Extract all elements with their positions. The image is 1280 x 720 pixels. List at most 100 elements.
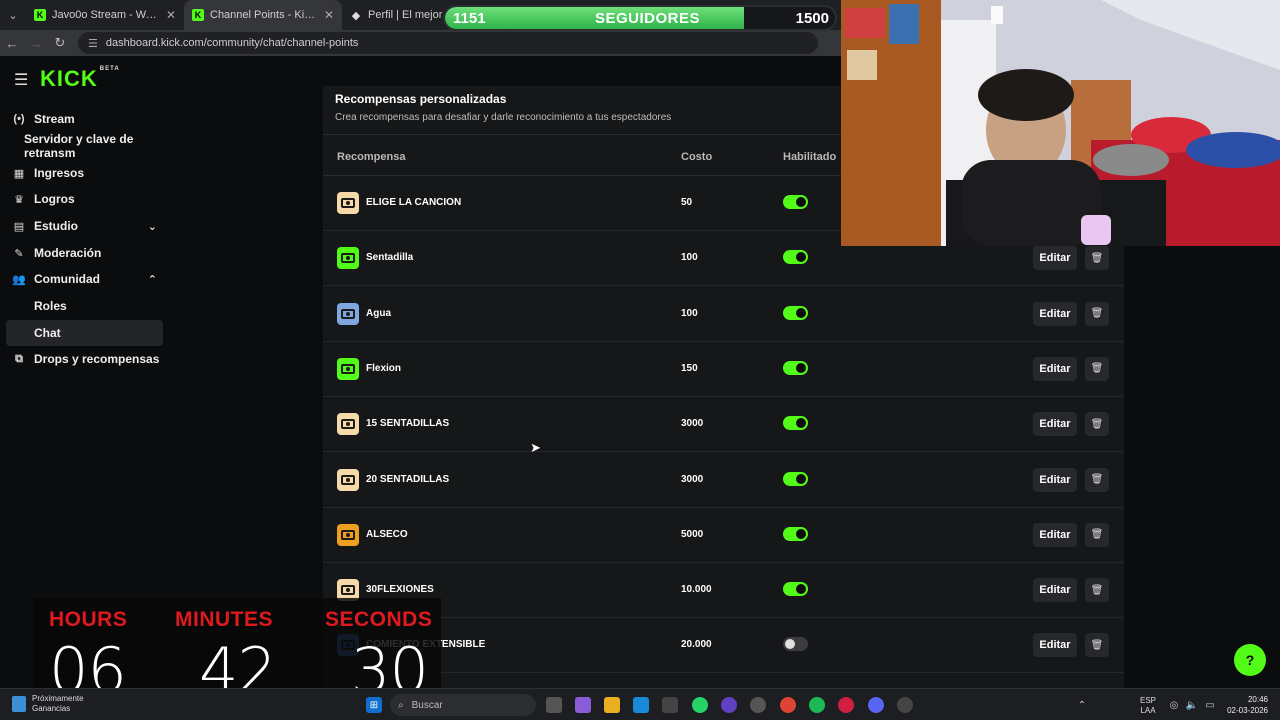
diamond-favicon-icon: ◆ — [351, 9, 361, 22]
gift-icon: ⧉ — [15, 352, 23, 365]
obs-icon[interactable] — [897, 697, 913, 713]
column-header-cost: Costo — [681, 151, 713, 163]
site-info-icon[interactable]: ☰ — [88, 37, 98, 50]
sidebar-item-comunidad[interactable]: 👥 Comunidad ⌃ — [6, 266, 163, 292]
reward-name: ALSECO — [366, 528, 408, 540]
wrench-icon: ✎ — [14, 247, 24, 260]
trash-icon[interactable]: 🗑 — [1085, 467, 1109, 492]
chevron-up-icon[interactable]: ⌃ — [1074, 697, 1090, 713]
enabled-toggle[interactable] — [783, 526, 808, 541]
app-icon[interactable] — [750, 697, 766, 713]
tab-javo-stream[interactable]: K Javo0o Stream - Watch Live on ✕ — [26, 0, 184, 30]
trash-icon[interactable]: 🗑 — [1085, 633, 1109, 658]
enabled-toggle[interactable] — [783, 305, 808, 320]
windows-start-icon[interactable]: ⊞ — [366, 697, 382, 713]
trash-icon[interactable]: 🗑 — [1085, 301, 1109, 326]
widgets-button[interactable]: Próximamente Ganancias — [12, 694, 84, 714]
reward-cost: 50 — [681, 197, 693, 208]
enabled-toggle[interactable] — [783, 250, 808, 265]
hamburger-menu-icon[interactable]: ☰ — [14, 70, 28, 90]
windows-taskbar: Próximamente Ganancias ⊞ ⌕ Buscar ⌃ ESP LA… — [0, 688, 1280, 720]
back-arrow-icon[interactable]: ← — [0, 36, 24, 51]
chrome-icon[interactable] — [780, 697, 796, 713]
edit-button[interactable]: Editar — [1033, 467, 1077, 492]
edit-button[interactable]: Editar — [1033, 522, 1077, 547]
kick-logo[interactable]: KICK BETA — [40, 66, 120, 92]
system-clock[interactable]: 20:46 02-03-2026 — [1222, 694, 1268, 716]
volume-icon[interactable]: 🔈 — [1184, 697, 1200, 713]
sidebar-item-label: Chat — [34, 326, 61, 340]
sidebar-item-roles[interactable]: Roles — [6, 293, 163, 319]
chevron-down-icon: ⌄ — [147, 220, 157, 233]
trash-icon[interactable]: 🗑 — [1085, 246, 1109, 271]
edit-button[interactable]: Editar — [1033, 301, 1077, 326]
taskbar-search[interactable]: ⌕ Buscar — [390, 694, 536, 716]
screen: ⌄ K Javo0o Stream - Watch Live on ✕ K Ch… — [0, 0, 1280, 720]
trash-icon[interactable]: 🗑 — [1085, 578, 1109, 603]
sidebar-item-ingresos[interactable]: ▦ Ingresos — [6, 160, 163, 186]
trash-icon[interactable]: 🗑 — [1085, 522, 1109, 547]
trash-icon[interactable]: 🗑 — [1085, 356, 1109, 381]
sidebar-item-label: Ingresos — [34, 166, 85, 180]
close-icon[interactable]: ✕ — [324, 8, 334, 22]
sidebar-item-chat[interactable]: Chat — [6, 320, 163, 346]
enabled-toggle[interactable] — [783, 582, 808, 597]
spotify-icon[interactable] — [809, 697, 825, 713]
store-icon[interactable] — [662, 697, 678, 713]
tab-search-icon[interactable]: ⌄ — [0, 0, 26, 30]
wifi-icon[interactable]: ◎ — [1166, 697, 1182, 713]
forward-arrow-icon[interactable]: → — [24, 36, 48, 51]
edit-button[interactable]: Editar — [1033, 578, 1077, 603]
sidebar-item-server-key[interactable]: Servidor y clave de retransm — [6, 132, 176, 160]
sidebar-item-estudio[interactable]: ▤ Estudio ⌄ — [6, 213, 163, 239]
countdown-timer: HOURS MINUTES SECONDS 06 42 30 — [33, 598, 441, 707]
followers-current: 1151 — [453, 10, 486, 27]
followers-goal: 1500 — [795, 10, 829, 27]
edit-button[interactable]: Editar — [1033, 356, 1077, 381]
followers-label: SEGUIDORES — [595, 10, 701, 27]
table-row: Flexion 150 Editar 🗑 — [323, 342, 1124, 397]
sidebar-item-stream[interactable]: (•) Stream — [6, 106, 163, 132]
beta-badge: BETA — [99, 66, 120, 72]
edge-icon[interactable] — [633, 697, 649, 713]
task-view-icon[interactable] — [546, 697, 562, 713]
table-row: ALSECO 5000 Editar 🗑 — [323, 508, 1124, 563]
app-icon[interactable] — [721, 697, 737, 713]
edit-button[interactable]: Editar — [1033, 412, 1077, 437]
enabled-toggle[interactable] — [783, 416, 808, 431]
sidebar-item-logros[interactable]: ♛ Logros — [6, 186, 163, 212]
battery-icon[interactable]: ▭ — [1202, 697, 1218, 713]
sidebar-item-moderacion[interactable]: ✎ Moderación — [6, 240, 163, 266]
studio-icon: ▤ — [13, 220, 25, 233]
enabled-toggle[interactable] — [783, 637, 808, 652]
tab-channel-points[interactable]: K Channel Points - Kick Dashboar ✕ — [184, 0, 342, 30]
table-row: Agua 100 Editar 🗑 — [323, 287, 1124, 342]
widget-line1: Próximamente — [32, 694, 84, 703]
edit-button[interactable]: Editar — [1033, 246, 1077, 271]
language-indicator[interactable]: ESP LAA — [1140, 696, 1156, 716]
column-header-enabled: Habilitado — [783, 151, 837, 163]
help-chat-icon[interactable]: ? — [1234, 644, 1266, 676]
trash-icon[interactable]: 🗑 — [1085, 412, 1109, 437]
close-icon[interactable]: ✕ — [166, 8, 176, 22]
enabled-toggle[interactable] — [783, 360, 808, 375]
reward-cost: 10.000 — [681, 584, 712, 596]
whatsapp-icon[interactable] — [692, 697, 708, 713]
address-bar[interactable]: ☰ dashboard.kick.com/community/chat/chan… — [78, 32, 818, 54]
sidebar-item-drops[interactable]: ⧉ Drops y recompensas — [6, 346, 176, 372]
file-explorer-icon[interactable] — [604, 697, 620, 713]
discord-icon[interactable] — [868, 697, 884, 713]
enabled-toggle[interactable] — [783, 471, 808, 486]
edit-button[interactable]: Editar — [1033, 633, 1077, 658]
enabled-toggle[interactable] — [783, 195, 808, 209]
reward-icon — [337, 192, 359, 214]
reload-icon[interactable]: ↻ — [48, 35, 72, 51]
hours-label: HOURS — [49, 608, 128, 631]
reward-name: Flexion — [366, 362, 402, 374]
copilot-icon[interactable] — [575, 697, 591, 713]
reward-icon — [337, 413, 359, 436]
tab-title: Channel Points - Kick Dashboar — [210, 9, 318, 21]
app-icon[interactable] — [838, 697, 854, 713]
minutes-label: MINUTES — [175, 608, 273, 631]
sidebar-item-label: Moderación — [34, 246, 102, 260]
